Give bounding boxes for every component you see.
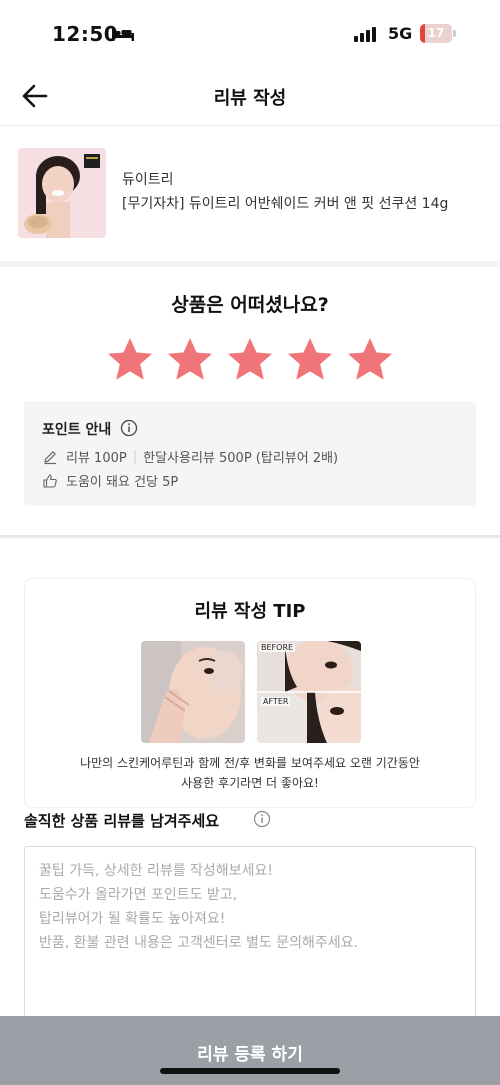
home-indicator (160, 1068, 340, 1074)
product-summary: 듀이트리 [무기자차] 듀이트리 어반쉐이드 커버 앤 핏 선쿠션 14g (0, 127, 500, 261)
before-label: BEFORE (259, 643, 296, 652)
point-helpful-row: 도움이 돼요 건당 5P (42, 471, 178, 490)
cellular-signal-icon (354, 27, 376, 42)
star-icon[interactable] (226, 336, 274, 384)
network-type: 5G (388, 24, 413, 43)
star-icon[interactable] (106, 336, 154, 384)
tip-skincare-image (141, 641, 245, 743)
battery-icon: 17 (420, 24, 456, 43)
point-info-box: 포인트 안내 리뷰 100P | 한달사용리뷰 500P (탑리뷰어 2배) 도… (24, 401, 476, 506)
helpful-reward-text: 도움이 돼요 건당 5P (66, 475, 179, 490)
battery-level: 17 (427, 26, 445, 40)
header: 리뷰 작성 (0, 66, 500, 126)
review-label: 솔직한 상품 리뷰를 남겨주세요 (24, 812, 220, 830)
tip-description: 나만의 스킨케어루틴과 함께 전/후 변화를 보여주세요 오랜 기간동안 사용한… (25, 753, 475, 793)
product-brand: 듀이트리 (122, 172, 174, 188)
review-input[interactable] (39, 859, 461, 1033)
submit-review-button[interactable]: 리뷰 등록 하기 (0, 1016, 500, 1085)
pencil-icon (44, 450, 56, 464)
point-info-title: 포인트 안내 (42, 422, 112, 438)
tip-description-line: 나만의 스킨케어루틴과 함께 전/후 변화를 보여주세요 오랜 기간동안 (80, 756, 420, 770)
thumbs-up-icon (43, 473, 57, 488)
tip-description-line: 사용한 후기라면 더 좋아요! (181, 776, 319, 790)
after-label: AFTER (261, 697, 291, 706)
section-divider (0, 535, 500, 538)
star-icon[interactable] (346, 336, 394, 384)
page-title: 리뷰 작성 (213, 88, 287, 109)
product-name: [무기자차] 듀이트리 어반쉐이드 커버 앤 핏 선쿠션 14g (122, 196, 449, 212)
point-review-row: 리뷰 100P | 한달사용리뷰 500P (탑리뷰어 2배) (42, 447, 338, 466)
tip-title: 리뷰 작성 TIP (194, 601, 306, 622)
separator: | (132, 449, 138, 464)
sleep-mode-icon (112, 29, 134, 41)
month-review-reward-text: 한달사용리뷰 500P (탑리뷰어 2배) (143, 451, 339, 466)
status-bar: 12:50 5G 17 (0, 0, 500, 66)
star-icon[interactable] (286, 336, 334, 384)
rating-question: 상품은 어떠셨나요? (171, 294, 329, 316)
submit-label: 리뷰 등록 하기 (197, 1045, 303, 1065)
star-icon[interactable] (166, 336, 214, 384)
tip-before-after-image: BEFORE AFTER (257, 641, 361, 743)
info-icon[interactable] (120, 419, 138, 437)
product-image (18, 148, 106, 238)
status-time: 12:50 (52, 22, 119, 46)
star-rating[interactable] (106, 336, 394, 384)
review-tip-card: 리뷰 작성 TIP BEFORE AFTER 나만의 스킨케어루틴과 함께 전/… (24, 578, 476, 808)
review-reward-text: 리뷰 100P (66, 451, 127, 466)
info-icon[interactable] (253, 810, 271, 828)
section-divider (0, 261, 500, 267)
